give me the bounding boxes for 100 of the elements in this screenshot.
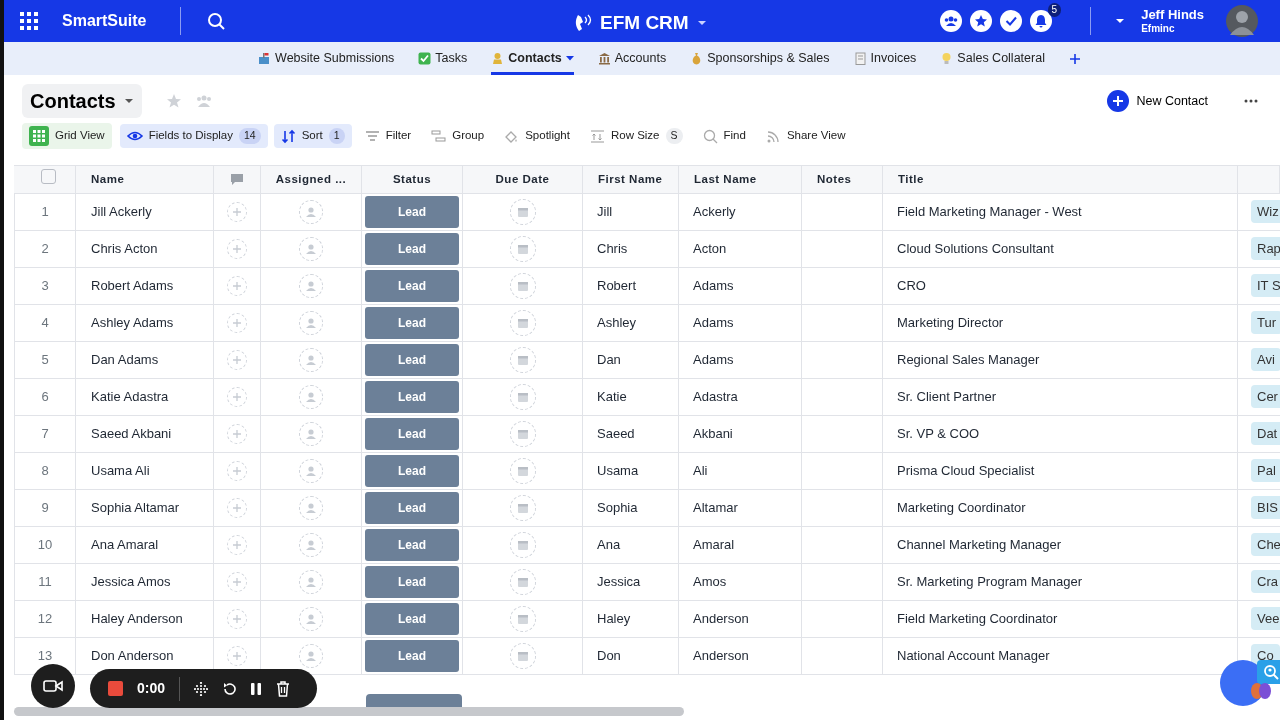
status-tag[interactable]: Lead [365,603,459,635]
table-cell: Saeed [597,426,635,442]
nav-tab[interactable]: Sales Collateral [940,42,1045,75]
row-number: 11 [38,574,52,590]
status-tag[interactable]: Lead [365,270,459,302]
table-cell: Anderson [693,648,749,664]
table-cell: Ashley Adams [91,315,174,331]
row-number: 5 [41,352,49,368]
row-number: 12 [37,611,53,627]
nav-tab[interactable]: Accounts [597,42,667,75]
table-cell: Field Marketing Coordinator [897,611,1058,627]
table-cell: Haley Anderson [91,611,183,627]
grid-dots-icon[interactable] [194,681,209,696]
table-cell: Usama [597,463,639,479]
nav-tab[interactable]: Contacts [491,42,574,75]
status-tag[interactable]: Lead [365,492,459,524]
calendar-icon [516,317,529,329]
toolbar-button[interactable]: Grid View [22,123,112,149]
app-logo-text[interactable]: SmartSuite [62,9,147,33]
extension-button[interactable] [1257,660,1280,684]
plus-icon [232,206,242,217]
plus-icon [232,650,242,661]
table-cell: Adams [693,315,734,331]
horizontal-scrollbar[interactable] [14,707,684,716]
table-cell: Jessica Amos [91,574,171,590]
column-header[interactable]: Title [898,172,924,185]
bell-icon [1034,14,1049,28]
calendar-icon [516,502,529,514]
status-tag[interactable]: Lead [365,418,459,450]
table-cell: Robert Adams [91,278,174,294]
toolbar-button[interactable]: Sort 1 [273,124,352,148]
team-icon [944,14,959,28]
select-all-checkbox[interactable] [41,169,56,185]
toolbar-button[interactable]: Share View [758,124,853,148]
row-number: 4 [41,315,49,331]
apps-menu-icon[interactable] [20,12,38,30]
table-cell: Ana Amaral [91,537,159,553]
table-cell: Amaral [693,537,735,553]
tasks-button[interactable] [1000,10,1023,32]
toolbar-button[interactable]: Group [424,124,492,148]
status-tag[interactable]: Lead [365,640,459,672]
table-cell: Jill [597,204,613,220]
user-menu[interactable]: Jeff Hinds Efminc [1115,8,1204,34]
caret-icon [696,20,707,27]
recording-timer: 0:00 [137,679,166,698]
column-header[interactable]: Status [392,172,432,185]
people-icon[interactable] [195,93,212,109]
status-tag[interactable]: Lead [365,566,459,598]
new-contact-button[interactable]: New Contact [1107,90,1208,112]
toolbar-button[interactable]: Spotlight [497,124,577,148]
row-number: 6 [41,389,49,405]
status-tag[interactable]: Lead [365,344,459,376]
status-tag[interactable]: Lead [365,455,459,487]
add-tab-icon[interactable] [1068,52,1081,65]
table-cell: Sophia [597,500,638,516]
more-icon[interactable] [1244,99,1258,103]
plus-icon [232,428,242,439]
status-tag[interactable]: Lead [365,529,459,561]
column-header[interactable]: Name [91,172,125,185]
row-number: 8 [41,463,49,479]
filter-icon [364,128,380,144]
column-header[interactable]: Notes [817,172,852,185]
status-tag[interactable]: Lead [365,196,459,228]
plus-icon [1113,96,1124,106]
group-icon [431,128,447,144]
person-icon [305,650,317,662]
team-button[interactable] [940,10,963,32]
table-cell: Cloud Solutions Consultant [897,241,1054,257]
row-number: 1 [41,204,49,220]
status-tag[interactable]: Lead [365,233,459,265]
stop-button-icon[interactable] [108,681,123,696]
camera-button[interactable] [31,664,75,708]
nav-tab[interactable]: Website Submissions [258,42,395,75]
nav-tab[interactable]: Invoices [853,42,917,75]
avatar-icon[interactable] [1226,5,1258,37]
restart-icon[interactable] [222,681,237,696]
search-icon[interactable] [207,12,226,30]
table-cell: Akbani [693,426,733,442]
pause-icon[interactable] [250,681,263,696]
status-tag[interactable]: Lead [365,381,459,413]
status-tag[interactable]: Lead [365,307,459,339]
account-tag: Cra [1251,570,1280,594]
workspace-title[interactable]: EFM CRM [600,9,707,38]
person-icon [305,391,317,403]
favorites-button[interactable] [970,10,993,32]
trash-icon[interactable] [276,680,291,697]
table-cell: Adastra [693,389,738,405]
nav-tab[interactable]: Tasks [418,42,468,75]
count-badge: 1 [328,128,345,144]
row-size-icon [589,128,605,144]
view-title[interactable]: Contacts [22,84,142,118]
person-icon [305,576,317,588]
nav-tab[interactable]: Sponsorships & Sales [690,42,830,75]
toolbar-button[interactable]: Row Size S [582,124,690,148]
toolbar-button[interactable]: Filter [357,124,419,148]
grid-icon [29,126,49,146]
toolbar-button[interactable]: Fields to Display 14 [119,124,268,148]
star-icon[interactable] [165,93,182,109]
table-cell: Ali [693,463,708,479]
toolbar-button[interactable]: Find [695,124,753,148]
